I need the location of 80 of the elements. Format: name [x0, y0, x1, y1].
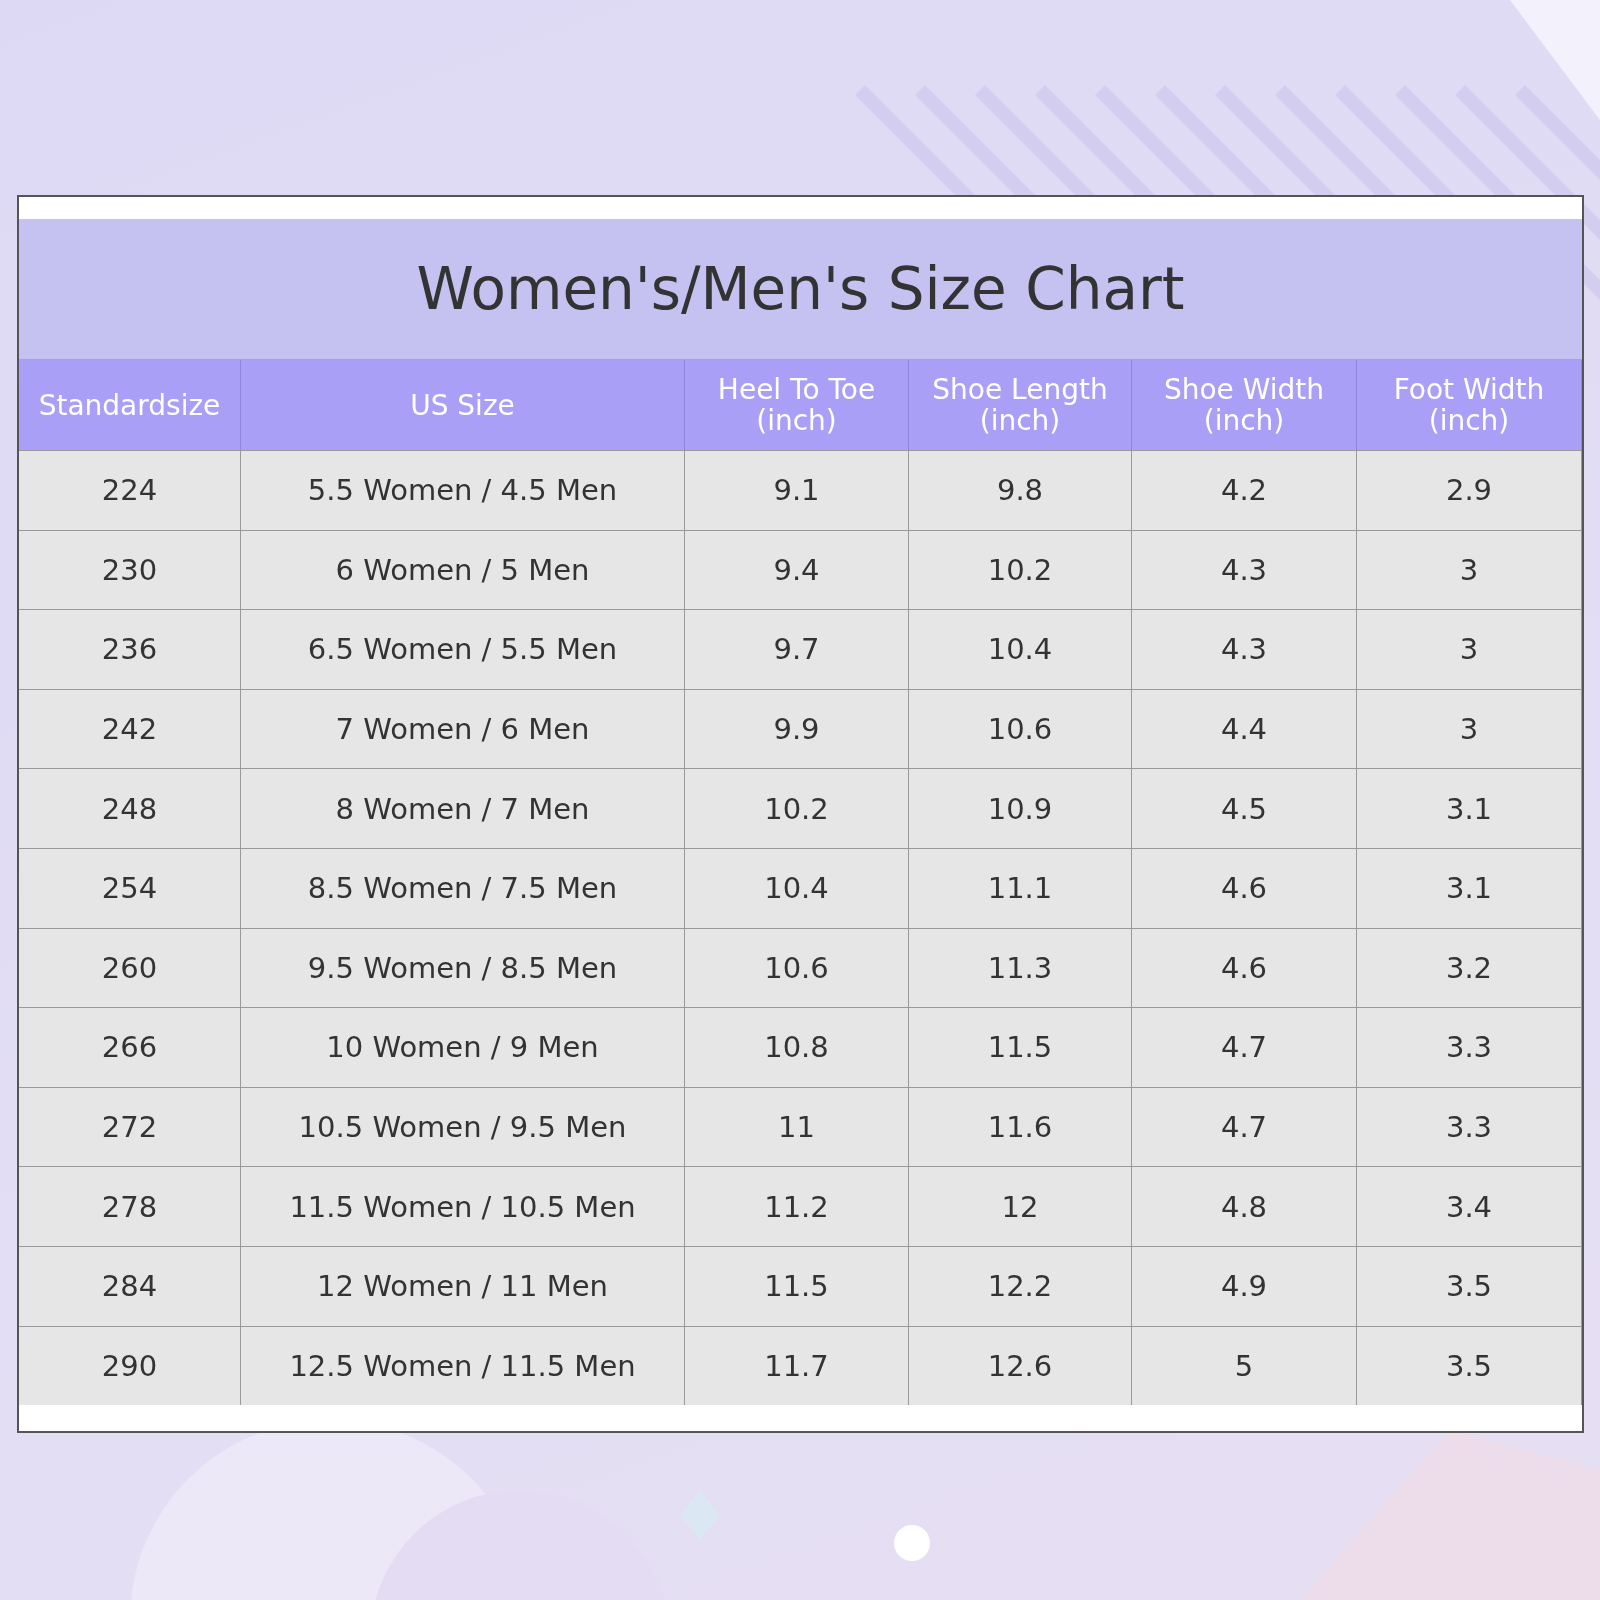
table-cell: 11.1 — [909, 847, 1132, 928]
table-cell: 9.4 — [685, 529, 909, 610]
table-cell: 230 — [19, 529, 241, 610]
table-cell: 3 — [1357, 609, 1582, 689]
dot-shape — [894, 1525, 930, 1561]
table-cell: 236 — [19, 609, 241, 689]
table-cell: 3.3 — [1357, 1007, 1582, 1087]
table-cell: 11.5 — [909, 1007, 1132, 1087]
table-cell: 5.5 Women / 4.5 Men — [241, 450, 685, 530]
column-header: Shoe Length (inch) — [909, 360, 1132, 450]
table-cell: 10 Women / 9 Men — [241, 1007, 685, 1087]
table-cell: 4.6 — [1132, 927, 1357, 1008]
table-cell: 4.2 — [1132, 450, 1357, 530]
table-cell: 7 Women / 6 Men — [241, 688, 685, 769]
table-cell: 3 — [1357, 529, 1582, 610]
table-cell: 12.5 Women / 11.5 Men — [241, 1325, 685, 1406]
table-cell: 4.8 — [1132, 1166, 1357, 1246]
table-cell: 9.1 — [685, 450, 909, 530]
table-cell: 10.6 — [685, 927, 909, 1008]
table-cell: 4.5 — [1132, 768, 1357, 848]
table-cell: 10.4 — [685, 847, 909, 928]
table-cell: 12 Women / 11 Men — [241, 1245, 685, 1326]
table-cell: 3.3 — [1357, 1086, 1582, 1167]
table-cell: 6 Women / 5 Men — [241, 529, 685, 610]
table-cell: 11.6 — [909, 1086, 1132, 1167]
table-cell: 8 Women / 7 Men — [241, 768, 685, 848]
table-cell: 11.2 — [685, 1166, 909, 1246]
column-header: US Size — [241, 360, 685, 450]
table-cell: 278 — [19, 1166, 241, 1246]
table-cell: 10.6 — [909, 688, 1132, 769]
table-cell: 11.5 — [685, 1245, 909, 1326]
table-cell: 11 — [685, 1086, 909, 1167]
table-cell: 4.3 — [1132, 609, 1357, 689]
table-cell: 9.9 — [685, 688, 909, 769]
table-cell: 5 — [1132, 1325, 1357, 1406]
table-cell: 8.5 Women / 7.5 Men — [241, 847, 685, 928]
table-cell: 12.2 — [909, 1245, 1132, 1326]
table-cell: 3.1 — [1357, 847, 1582, 928]
table-cell: 224 — [19, 450, 241, 530]
table-cell: 272 — [19, 1086, 241, 1167]
table-cell: 254 — [19, 847, 241, 928]
table-cell: 9.5 Women / 8.5 Men — [241, 927, 685, 1008]
table-cell: 4.7 — [1132, 1007, 1357, 1087]
table-cell: 11.5 Women / 10.5 Men — [241, 1166, 685, 1246]
table-cell: 9.7 — [685, 609, 909, 689]
table-cell: 12.6 — [909, 1325, 1132, 1406]
table-cell: 10.9 — [909, 768, 1132, 848]
table-cell: 3 — [1357, 688, 1582, 769]
column-header: Heel To Toe (inch) — [685, 360, 909, 450]
table-cell: 4.7 — [1132, 1086, 1357, 1167]
column-header: Standardsize — [19, 360, 241, 450]
table-cell: 3.5 — [1357, 1245, 1582, 1326]
table-cell: 10.4 — [909, 609, 1132, 689]
table-cell: 260 — [19, 927, 241, 1008]
column-header: Foot Width (inch) — [1357, 360, 1582, 450]
table-cell: 248 — [19, 768, 241, 848]
table-cell: 3.2 — [1357, 927, 1582, 1008]
table-cell: 10.8 — [685, 1007, 909, 1087]
table-cell: 3.1 — [1357, 768, 1582, 848]
table-cell: 242 — [19, 688, 241, 769]
chart-title: Women's/Men's Size Chart — [19, 219, 1582, 360]
table-cell: 6.5 Women / 5.5 Men — [241, 609, 685, 689]
table-cell: 11.7 — [685, 1325, 909, 1406]
table-cell: 3.5 — [1357, 1325, 1582, 1406]
table-cell: 11.3 — [909, 927, 1132, 1008]
table-cell: 12 — [909, 1166, 1132, 1246]
table-cell: 284 — [19, 1245, 241, 1326]
table-cell: 266 — [19, 1007, 241, 1087]
table-cell: 4.6 — [1132, 847, 1357, 928]
table-cell: 3.4 — [1357, 1166, 1582, 1246]
table-cell: 4.4 — [1132, 688, 1357, 769]
table-cell: 10.2 — [685, 768, 909, 848]
column-header: Shoe Width (inch) — [1132, 360, 1357, 450]
table-cell: 4.3 — [1132, 529, 1357, 610]
table-cell: 10.5 Women / 9.5 Men — [241, 1086, 685, 1167]
table-cell: 290 — [19, 1325, 241, 1406]
table-cell: 2.9 — [1357, 450, 1582, 530]
table-cell: 9.8 — [909, 450, 1132, 530]
table-cell: 10.2 — [909, 529, 1132, 610]
table-cell: 4.9 — [1132, 1245, 1357, 1326]
